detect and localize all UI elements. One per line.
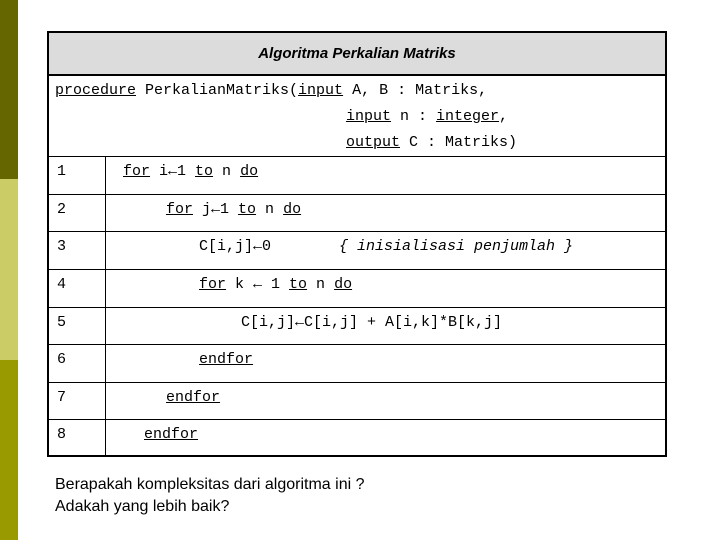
- keyword: endfor: [144, 426, 199, 443]
- keyword: procedure: [55, 82, 137, 99]
- keyword: output: [346, 134, 401, 151]
- code-text: PerkalianMatriks(: [136, 82, 299, 99]
- code-text: i←1: [150, 163, 196, 180]
- keyword: integer: [436, 108, 500, 125]
- code-text: C[i,j]←0: [199, 238, 272, 255]
- line-number: 3: [57, 238, 67, 255]
- code-row: 8 endfor: [49, 419, 665, 458]
- code-row: 1 for i←1 to n do: [49, 156, 665, 195]
- decorative-band-olive: [0, 360, 18, 540]
- keyword: to: [289, 276, 308, 293]
- keyword: for: [199, 276, 227, 293]
- code-text: j←1: [193, 201, 239, 218]
- code-text: C[i,j]←C[i,j] + A[i,k]*B[k,j]: [241, 314, 503, 331]
- code-text: A, B : Matriks,: [343, 82, 488, 99]
- procedure-line-2: input n : integer,: [346, 108, 508, 125]
- decorative-band-light: [0, 179, 18, 360]
- keyword: do: [334, 276, 353, 293]
- question-line-1: Berapakah kompleksitas dari algoritma in…: [55, 476, 365, 493]
- code-comment: { inisialisasi penjumlah }: [339, 238, 574, 255]
- keyword: for: [166, 201, 194, 218]
- code-line: endfor: [166, 389, 220, 406]
- code-text: k ← 1: [226, 276, 290, 293]
- keyword: endfor: [199, 351, 254, 368]
- decorative-band-dark: [0, 0, 18, 179]
- code-line: endfor: [199, 351, 253, 368]
- code-line: for i←1 to n do: [123, 163, 258, 180]
- procedure-line-3: output C : Matriks): [346, 134, 517, 151]
- code-line: C[i,j]←0: [199, 238, 271, 255]
- code-text: n :: [391, 108, 437, 125]
- code-line: C[i,j]←C[i,j] + A[i,k]*B[k,j]: [241, 314, 502, 331]
- keyword: do: [240, 163, 259, 180]
- code-line: endfor: [144, 426, 198, 443]
- code-line: for j←1 to n do: [166, 201, 301, 218]
- table-title: Algoritma Perkalian Matriks: [49, 33, 665, 76]
- keyword: input: [298, 82, 344, 99]
- line-number: 6: [57, 351, 67, 368]
- keyword: input: [346, 108, 392, 125]
- line-number: 4: [57, 276, 67, 293]
- algorithm-table: Algoritma Perkalian Matriks procedure Pe…: [47, 31, 667, 457]
- line-number: 1: [57, 163, 67, 180]
- code-line: for k ← 1 to n do: [199, 276, 352, 293]
- code-row: 5 C[i,j]←C[i,j] + A[i,k]*B[k,j]: [49, 307, 665, 345]
- question-line-2: Adakah yang lebih baik?: [55, 498, 230, 515]
- code-text: ,: [499, 108, 509, 125]
- keyword: endfor: [166, 389, 221, 406]
- procedure-line-1: procedure PerkalianMatriks(input A, B : …: [55, 82, 487, 99]
- keyword: do: [283, 201, 302, 218]
- keyword: to: [238, 201, 257, 218]
- code-text: C : Matriks): [400, 134, 518, 151]
- keyword: to: [195, 163, 214, 180]
- code-row: 7 endfor: [49, 382, 665, 420]
- code-text: n: [307, 276, 335, 293]
- code-text: n: [256, 201, 284, 218]
- code-row: 4 for k ← 1 to n do: [49, 269, 665, 308]
- line-number: 8: [57, 426, 67, 443]
- question-text: Berapakah kompleksitas dari algoritma in…: [55, 474, 364, 518]
- keyword: for: [123, 163, 151, 180]
- code-text: n: [213, 163, 241, 180]
- procedure-header: procedure PerkalianMatriks(input A, B : …: [49, 76, 665, 156]
- line-number: 5: [57, 314, 67, 331]
- column-divider: [105, 156, 106, 455]
- code-row: 6 endfor: [49, 344, 665, 383]
- line-number: 2: [57, 201, 67, 218]
- code-row: 2 for j←1 to n do: [49, 194, 665, 232]
- line-number: 7: [57, 389, 67, 406]
- code-row: 3 C[i,j]←0 { inisialisasi penjumlah }: [49, 231, 665, 270]
